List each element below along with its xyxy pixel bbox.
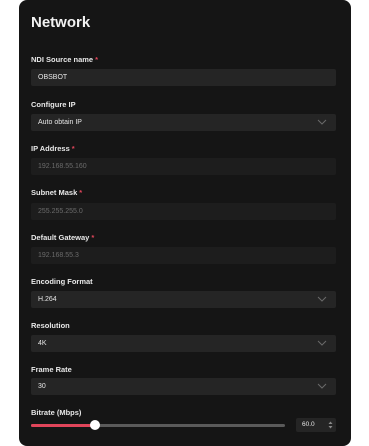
ip-address-label-text: IP Address (31, 144, 70, 153)
default-gateway-value: 192.168.55.3 (38, 252, 79, 259)
required-marker: * (95, 55, 99, 64)
frame-rate-value: 30 (38, 383, 46, 390)
bitrate-value: 60.0 (302, 421, 315, 428)
subnet-mask-input: 255.255.255.0 (31, 203, 336, 220)
ip-address-input: 192.168.55.160 (31, 158, 336, 175)
configure-ip-label: Configure IP (31, 100, 76, 109)
default-gateway-label: Default Gateway * (31, 233, 94, 242)
chevron-down-icon (317, 383, 327, 389)
bitrate-slider-thumb[interactable] (89, 420, 100, 430)
ndi-source-name-input[interactable]: OBSBOT (31, 69, 336, 86)
frame-rate-select[interactable]: 30 (31, 378, 336, 395)
resolution-value: 4K (38, 340, 47, 347)
encoding-format-value: H.264 (38, 296, 57, 303)
configure-ip-select[interactable]: Auto obtain IP (31, 114, 336, 131)
ndi-source-name-label-text: NDI Source name (31, 55, 94, 64)
subnet-mask-label: Subnet Mask * (31, 188, 82, 197)
ndi-source-name-label: NDI Source name * (31, 55, 98, 64)
configure-ip-value: Auto obtain IP (38, 119, 82, 126)
default-gateway-input: 192.168.55.3 (31, 247, 336, 264)
chevron-down-icon (317, 119, 327, 125)
default-gateway-label-text: Default Gateway (31, 233, 90, 242)
bitrate-label: Bitrate (Mbps) (31, 408, 82, 417)
page-title: Network (31, 14, 91, 31)
chevron-down-icon (317, 296, 327, 302)
chevron-down-icon (317, 340, 327, 346)
frame-rate-label: Frame Rate (31, 365, 72, 374)
bitrate-slider[interactable] (31, 420, 285, 430)
bitrate-slider-fill (31, 424, 95, 427)
ip-address-value: 192.168.55.160 (38, 163, 87, 170)
encoding-format-label: Encoding Format (31, 277, 93, 286)
ip-address-label: IP Address * (31, 144, 75, 153)
resolution-label: Resolution (31, 321, 70, 330)
encoding-format-select[interactable]: H.264 (31, 291, 336, 308)
subnet-mask-label-text: Subnet Mask (31, 188, 78, 197)
subnet-mask-value: 255.255.255.0 (38, 208, 83, 215)
network-settings-panel: Network NDI Source name * OBSBOT Configur… (19, 0, 351, 446)
required-marker: * (71, 144, 75, 153)
spinner-arrows-icon[interactable] (328, 420, 333, 430)
bitrate-number-input[interactable]: 60.0 (296, 418, 336, 432)
ndi-source-name-value: OBSBOT (38, 74, 68, 81)
required-marker: * (79, 188, 83, 197)
required-marker: * (91, 233, 95, 242)
resolution-select[interactable]: 4K (31, 335, 336, 352)
